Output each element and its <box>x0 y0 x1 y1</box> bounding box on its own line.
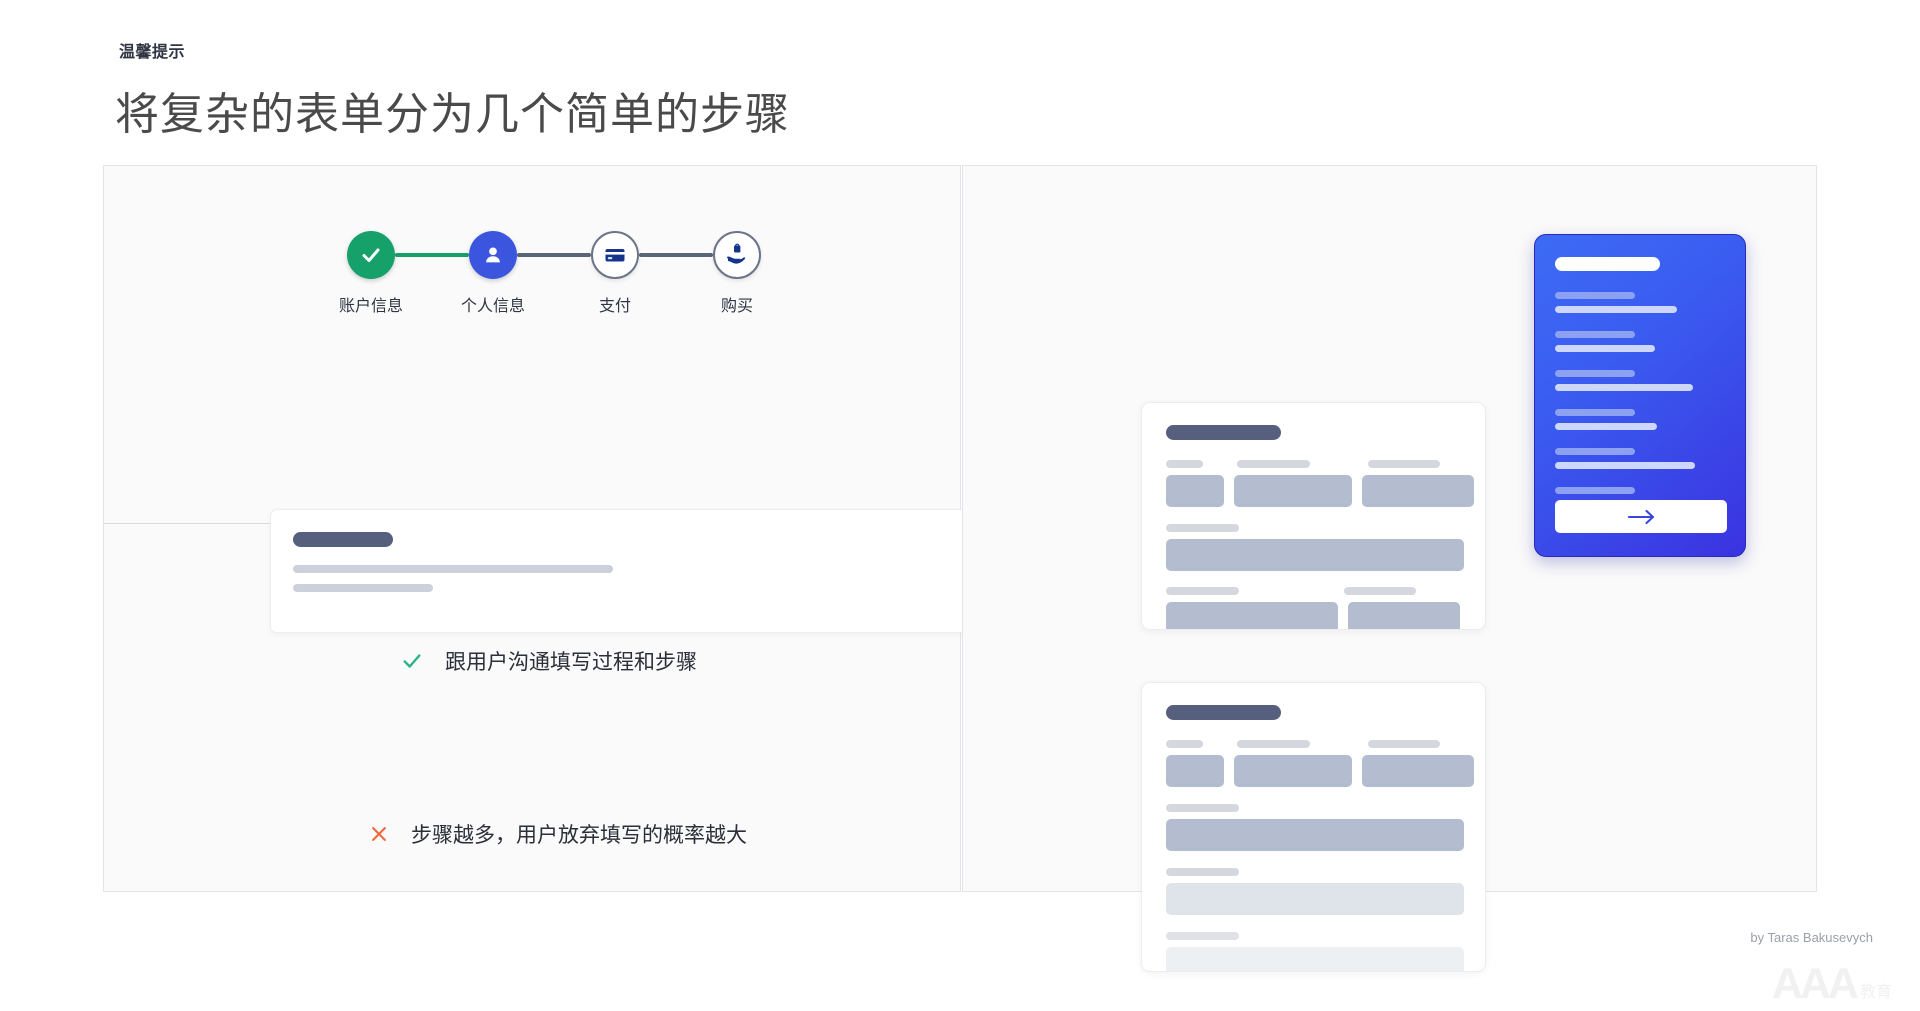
step-label-2: 个人信息 <box>461 292 525 316</box>
credit-card-icon <box>603 243 627 267</box>
card-two-label-5 <box>1166 868 1239 876</box>
stepper-connector-1 <box>395 253 469 257</box>
step-label-4: 购买 <box>721 292 753 316</box>
card-one-field-5[interactable] <box>1166 602 1338 630</box>
step-label-3: 支付 <box>599 292 631 316</box>
arrow-right-icon <box>1624 508 1658 526</box>
check-icon <box>359 243 383 267</box>
watermark: AAA 教育 <box>1772 963 1892 1006</box>
card-two-title-bar <box>1166 705 1281 720</box>
watermark-logo: AAA <box>1772 963 1856 1006</box>
blue-card-value-2 <box>1555 345 1655 352</box>
highlight-summary-card[interactable] <box>1534 234 1746 557</box>
blue-card-value-5 <box>1555 462 1695 469</box>
card-two-label-6 <box>1166 932 1239 940</box>
card-two-label-2 <box>1237 740 1310 748</box>
card-two-label-4 <box>1166 804 1239 812</box>
card-one-field-1[interactable] <box>1166 475 1224 507</box>
card-two-field-1[interactable] <box>1166 755 1224 787</box>
step-node-4[interactable] <box>713 231 761 279</box>
blue-card-value-1 <box>1555 306 1677 313</box>
summary-card-one[interactable] <box>1141 402 1486 630</box>
card-two-label-1 <box>1166 740 1203 748</box>
card-two-field-5[interactable] <box>1166 883 1464 915</box>
step-node-3[interactable] <box>591 231 639 279</box>
left-panel-bottom-section: 步骤越多，用户放弃填写的概率越大 <box>104 524 962 893</box>
purchase-hand-icon <box>725 243 749 267</box>
blue-card-label-4 <box>1555 409 1635 416</box>
blue-card-label-3 <box>1555 370 1635 377</box>
page-title: 将复杂的表单分为几个简单的步骤 <box>115 78 790 142</box>
card-one-field-4[interactable] <box>1166 539 1464 571</box>
card-one-label-1 <box>1166 460 1203 468</box>
blue-card-label-1 <box>1555 292 1635 299</box>
card-one-label-4 <box>1166 524 1239 532</box>
card-one-field-2[interactable] <box>1234 475 1352 507</box>
horizontal-stepper <box>347 231 761 279</box>
blue-card-value-4 <box>1555 423 1657 430</box>
caption-text: 步骤越多，用户放弃填写的概率越大 <box>411 819 747 849</box>
left-panel-top-section: 账户信息 个人信息 支付 购买 跟用户沟通填写过程和步骤 <box>104 166 962 524</box>
blue-card-title-bar <box>1555 257 1660 271</box>
card-two-label-3 <box>1368 740 1440 748</box>
watermark-label: 教育 <box>1860 978 1892 1006</box>
blue-card-label-2 <box>1555 331 1635 338</box>
card-one-label-3 <box>1368 460 1440 468</box>
caption-good-right: 保留对用户提供关键信息的汇总 <box>955 822 1920 852</box>
card-two-field-6[interactable] <box>1166 947 1464 972</box>
card-one-label-5 <box>1166 587 1239 595</box>
close-icon <box>369 824 389 844</box>
slide-canvas: 温馨提示 将复杂的表单分为几个简单的步骤 <box>0 0 1920 1011</box>
page-eyebrow: 温馨提示 <box>119 38 185 62</box>
step-node-1[interactable] <box>347 231 395 279</box>
right-panel: 保留对用户提供关键信息的汇总 <box>962 165 1817 892</box>
card-one-title-bar <box>1166 425 1281 440</box>
blue-card-label-6 <box>1555 487 1635 494</box>
card-one-label-2 <box>1237 460 1310 468</box>
caption-bad-bottom: 步骤越多，用户放弃填写的概率越大 <box>369 819 747 849</box>
author-byline: by Taras Bakusevych <box>1750 930 1873 945</box>
card-one-field-3[interactable] <box>1362 475 1474 507</box>
blue-card-continue-button[interactable] <box>1555 500 1727 533</box>
card-one-label-6 <box>1344 587 1416 595</box>
blue-card-value-3 <box>1555 384 1693 391</box>
card-one-field-6[interactable] <box>1348 602 1460 630</box>
stepper-connector-3 <box>639 253 713 257</box>
step-label-1: 账户信息 <box>339 292 403 316</box>
card-two-field-3[interactable] <box>1362 755 1474 787</box>
stepper-connector-2 <box>517 253 591 257</box>
blue-card-label-5 <box>1555 448 1635 455</box>
left-panel: 账户信息 个人信息 支付 购买 跟用户沟通填写过程和步骤 <box>103 165 961 892</box>
user-icon <box>482 244 504 266</box>
step-node-2[interactable] <box>469 231 517 279</box>
card-two-field-2[interactable] <box>1234 755 1352 787</box>
